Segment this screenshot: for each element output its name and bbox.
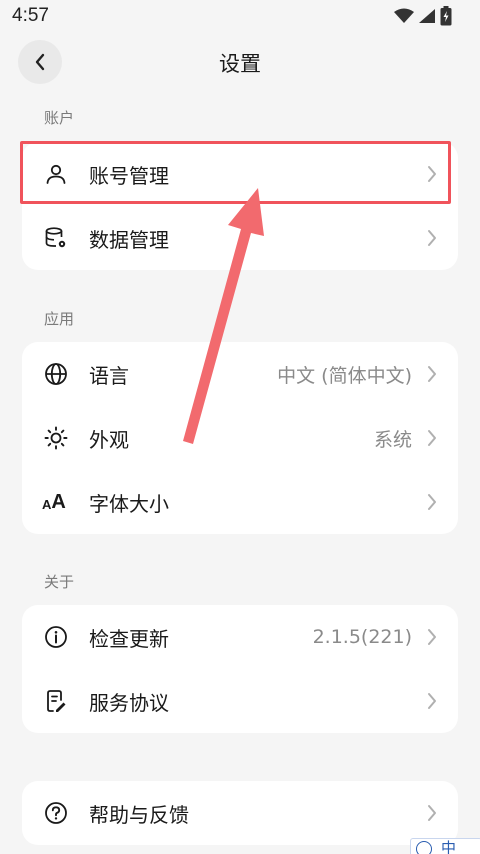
help-card: 帮助与反馈 <box>22 781 458 845</box>
language-value: 中文 (简体中文) <box>277 364 412 387</box>
page-title: 设置 <box>219 52 261 76</box>
section-label-about: 关于 <box>44 573 75 591</box>
chevron-right-icon <box>428 494 436 510</box>
row-label: 数据管理 <box>89 227 169 252</box>
ime-indicator[interactable]: 中 <box>410 838 480 854</box>
user-icon <box>44 162 68 186</box>
row-label: 检查更新 <box>89 626 169 651</box>
font-size-icon-large: A <box>51 490 66 513</box>
data-management-row[interactable]: 数据管理 <box>22 206 458 270</box>
battery-icon <box>440 6 452 26</box>
service-agreement-row[interactable]: 服务协议 <box>22 669 458 733</box>
status-time: 4:57 <box>12 5 49 26</box>
document-edit-icon <box>44 689 68 713</box>
row-label: 账号管理 <box>89 163 169 188</box>
account-card: 账号管理 数据管理 <box>22 142 458 270</box>
appearance-value: 系统 <box>373 428 412 451</box>
info-icon <box>44 625 68 649</box>
chevron-right-icon <box>428 629 436 645</box>
version-value: 2.1.5(221) <box>312 626 412 648</box>
status-icons <box>394 6 452 26</box>
account-management-row[interactable]: 账号管理 <box>22 142 458 206</box>
chevron-right-icon <box>428 230 436 246</box>
signal-icon <box>419 9 435 23</box>
section-label-account: 账户 <box>44 109 75 127</box>
chevron-right-icon <box>428 805 436 821</box>
ime-char: 中 <box>441 839 457 854</box>
font-size-icon: AA <box>42 490 72 514</box>
question-icon <box>44 801 68 825</box>
font-size-row[interactable]: AA 字体大小 <box>22 470 458 534</box>
section-label-application: 应用 <box>44 310 75 328</box>
chevron-right-icon <box>428 166 436 182</box>
chevron-right-icon <box>428 430 436 446</box>
about-card: 检查更新 2.1.5(221) 服务协议 <box>22 605 458 733</box>
row-label: 语言 <box>89 363 129 388</box>
row-label: 外观 <box>89 427 129 452</box>
status-bar: 4:57 <box>0 0 480 34</box>
language-row[interactable]: 语言 中文 (简体中文) <box>22 342 458 406</box>
sun-icon <box>44 426 68 450</box>
wifi-icon <box>394 8 414 23</box>
font-size-icon-small: A <box>42 497 52 512</box>
application-card: 语言 中文 (简体中文) 外观 系统 AA 字体大小 <box>22 342 458 534</box>
chevron-right-icon <box>428 366 436 382</box>
row-label: 字体大小 <box>89 491 169 516</box>
database-icon <box>44 226 68 250</box>
appearance-row[interactable]: 外观 系统 <box>22 406 458 470</box>
chevron-right-icon <box>428 693 436 709</box>
globe-icon <box>44 362 68 386</box>
help-feedback-row[interactable]: 帮助与反馈 <box>22 781 458 845</box>
row-label: 服务协议 <box>89 690 169 715</box>
ime-icon <box>416 841 432 854</box>
check-update-row[interactable]: 检查更新 2.1.5(221) <box>22 605 458 669</box>
row-label: 帮助与反馈 <box>89 802 189 827</box>
